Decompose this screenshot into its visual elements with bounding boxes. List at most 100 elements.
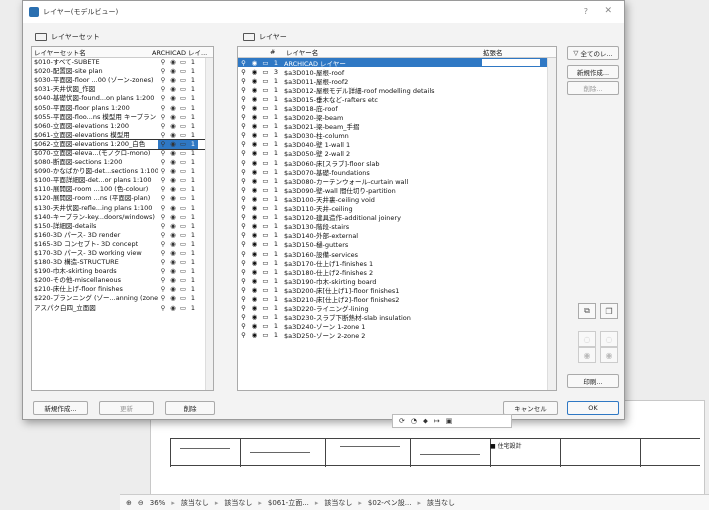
layer-set-row[interactable]: $070-立面図-eleva...(モノクロ-mono) ⚲ ◉ ▭ 1 <box>32 149 213 158</box>
layer-set-row[interactable]: $165-3D コンセプト- 3D concept ⚲ ◉ ▭ 1 <box>32 240 213 249</box>
lock-icon[interactable]: ⚲ <box>158 176 168 185</box>
wireframe-icon[interactable]: ▭ <box>260 59 271 67</box>
lock-icon[interactable]: ⚲ <box>158 104 168 113</box>
export-icon[interactable]: ↦ <box>434 417 440 425</box>
lock-icon[interactable]: ⚲ <box>238 149 249 157</box>
lock-icon[interactable]: ⚲ <box>158 304 168 313</box>
eye-icon[interactable]: ◉ <box>249 177 260 185</box>
lock-icon[interactable]: ⚲ <box>158 213 168 222</box>
wireframe-icon[interactable]: ▭ <box>260 322 271 330</box>
show-icon[interactable]: ◉ <box>578 347 596 363</box>
eye-icon[interactable]: ◉ <box>249 77 260 85</box>
right-scrollbar[interactable] <box>547 58 556 390</box>
wireframe-icon[interactable]: ▭ <box>178 58 188 67</box>
eye-icon[interactable]: ◉ <box>249 59 260 67</box>
eye-icon[interactable]: ◉ <box>168 194 178 203</box>
layer-set-row[interactable]: $120-展開図-room ...ns (平面図-plan) ⚲ ◉ ▭ 1 <box>32 194 213 203</box>
layer-set-row[interactable]: アスパク白四_立面図 ⚲ ◉ ▭ 1 <box>32 304 213 313</box>
wireframe-icon[interactable]: ▭ <box>260 268 271 276</box>
wireframe-icon[interactable]: ▭ <box>178 122 188 131</box>
status-item-6[interactable]: 該当なし <box>427 498 455 508</box>
lock-icon[interactable]: ⚲ <box>158 122 168 131</box>
eye-icon[interactable]: ◉ <box>168 276 178 285</box>
help-icon[interactable]: ? <box>584 7 588 16</box>
wireframe-icon[interactable]: ▭ <box>260 177 271 185</box>
eye-icon[interactable]: ◉ <box>249 86 260 94</box>
wireframe-icon[interactable]: ▭ <box>178 176 188 185</box>
wireframe-icon[interactable]: ▭ <box>260 213 271 221</box>
wireframe-icon[interactable]: ▭ <box>260 313 271 321</box>
wireframe-icon[interactable]: ▭ <box>178 304 188 313</box>
wireframe-icon[interactable]: ▭ <box>178 204 188 213</box>
eye-icon[interactable]: ◉ <box>249 159 260 167</box>
status-item-4[interactable]: 該当なし <box>324 498 352 508</box>
wireframe-icon[interactable]: ▭ <box>178 131 188 140</box>
wireframe-icon[interactable]: ▭ <box>260 113 271 121</box>
col-extension[interactable]: 拡張名 <box>483 47 503 57</box>
eye-icon[interactable]: ◉ <box>249 131 260 139</box>
wireframe-icon[interactable]: ▭ <box>260 168 271 176</box>
eye-icon[interactable]: ◉ <box>249 250 260 258</box>
lock-icon[interactable]: ⚲ <box>238 195 249 203</box>
eye-icon[interactable]: ◉ <box>249 222 260 230</box>
layer-set-row[interactable]: $130-天井伏図-refle...ing plans 1:100 ⚲ ◉ ▭ 1 <box>32 204 213 213</box>
lock-icon[interactable]: ⚲ <box>238 313 249 321</box>
layer-set-row[interactable]: $090-かなばかり図-det...sections 1:100 ⚲ ◉ ▭ 1 <box>32 167 213 176</box>
eye-icon[interactable]: ◉ <box>249 240 260 248</box>
lock-icon[interactable]: ⚲ <box>238 59 249 67</box>
layer-set-row[interactable]: $220-プランニング (ゾー...anning (zones) ⚲ ◉ ▭ 1 <box>32 294 213 303</box>
wireframe-icon[interactable]: ▭ <box>260 286 271 294</box>
lock-icon[interactable]: ⚲ <box>158 58 168 67</box>
eye-icon[interactable]: ◉ <box>249 168 260 176</box>
wireframe-icon[interactable]: ▭ <box>178 213 188 222</box>
eye-icon[interactable]: ◉ <box>168 222 178 231</box>
unlock-icon[interactable]: ◌ <box>600 331 618 347</box>
new-layer-button[interactable]: 新規作成... <box>567 65 619 79</box>
eye-icon[interactable]: ◉ <box>249 268 260 276</box>
wireframe-icon[interactable]: ▭ <box>260 277 271 285</box>
eye-icon[interactable]: ◉ <box>168 85 178 94</box>
wireframe-icon[interactable]: ▭ <box>260 149 271 157</box>
lock-icon[interactable]: ⚲ <box>238 177 249 185</box>
layer-set-row[interactable]: $100-平面詳細図-det...or plans 1:100 ⚲ ◉ ▭ 1 <box>32 176 213 185</box>
eye-icon[interactable]: ◉ <box>249 331 260 339</box>
status-item-5[interactable]: $02-ペン設... <box>368 498 412 508</box>
eye-icon[interactable]: ◉ <box>168 267 178 276</box>
wireframe-icon[interactable]: ▭ <box>178 158 188 167</box>
wireframe-icon[interactable]: ▭ <box>260 250 271 258</box>
wireframe-icon[interactable]: ▭ <box>260 259 271 267</box>
wireframe-icon[interactable]: ▭ <box>178 231 188 240</box>
lock-icon[interactable]: ⚲ <box>158 240 168 249</box>
lock-icon[interactable]: ⚲ <box>158 267 168 276</box>
eye-icon[interactable]: ◉ <box>249 231 260 239</box>
status-item-3[interactable]: $061-立面... <box>268 498 309 508</box>
left-scrollbar[interactable] <box>205 58 213 390</box>
lock-icon[interactable]: ⚲ <box>238 186 249 194</box>
layer-set-row[interactable]: $150-詳細図-details ⚲ ◉ ▭ 1 <box>32 222 213 231</box>
eye-icon[interactable]: ◉ <box>168 167 178 176</box>
status-item-2[interactable]: 該当なし <box>224 498 252 508</box>
eye-icon[interactable]: ◉ <box>249 304 260 312</box>
eye-icon[interactable]: ◉ <box>249 95 260 103</box>
lock-icon[interactable]: ⚲ <box>238 140 249 148</box>
eye-icon[interactable]: ◉ <box>168 113 178 122</box>
layer-set-row[interactable]: $160-3D パース- 3D render ⚲ ◉ ▭ 1 <box>32 231 213 240</box>
eye-icon[interactable]: ◉ <box>168 149 178 158</box>
zoom-level[interactable]: 36% <box>150 499 166 507</box>
wireframe-icon[interactable]: ▭ <box>260 122 271 130</box>
layer-set-row[interactable]: $040-基礎伏図-found...on plans 1:200 ⚲ ◉ ▭ 1 <box>32 94 213 103</box>
lock-icon[interactable]: ⚲ <box>238 77 249 85</box>
lock-icon[interactable]: ⚲ <box>158 149 168 158</box>
lock-icon[interactable]: ◌ <box>578 331 596 347</box>
wireframe-icon[interactable]: ▭ <box>260 159 271 167</box>
lock-icon[interactable]: ⚲ <box>158 140 168 149</box>
lock-icon[interactable]: ⚲ <box>238 95 249 103</box>
lock-icon[interactable]: ⚲ <box>158 276 168 285</box>
eye-icon[interactable]: ◉ <box>249 122 260 130</box>
eye-icon[interactable]: ◉ <box>249 295 260 303</box>
lock-icon[interactable]: ⚲ <box>158 204 168 213</box>
lock-icon[interactable]: ⚲ <box>238 222 249 230</box>
wireframe-icon[interactable]: ▭ <box>178 76 188 85</box>
layer-set-row[interactable]: $050-平面図-floor plans 1:200 ⚲ ◉ ▭ 1 <box>32 103 213 112</box>
layer-set-row[interactable]: $031-天井伏図_作図 ⚲ ◉ ▭ 1 <box>32 85 213 94</box>
